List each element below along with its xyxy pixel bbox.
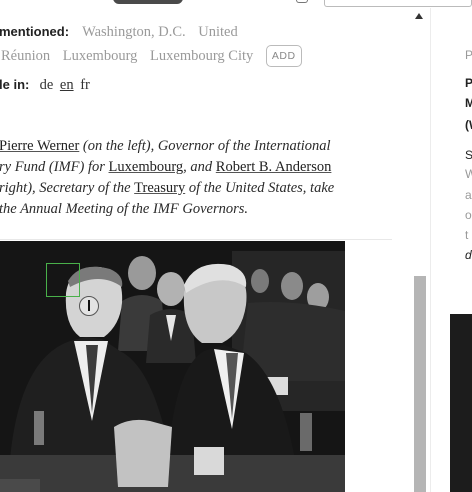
- link-luxembourg[interactable]: Luxembourg: [109, 159, 184, 175]
- caption-line-2: ry Fund (IMF) for Luxembourg, and Robert…: [0, 157, 345, 178]
- sidebar-text: M: [465, 96, 472, 110]
- sidebar-panel: P P M (W S W a o t d: [431, 8, 472, 492]
- language-fr[interactable]: fr: [80, 77, 90, 93]
- sidebar-text: t: [465, 228, 469, 242]
- toolbar-search-field[interactable]: [324, 0, 472, 7]
- place-luxembourg[interactable]: Luxembourg: [63, 48, 138, 64]
- sidebar-text: P: [465, 76, 472, 90]
- caption-text: right), Secretary of the: [0, 180, 135, 196]
- place-washington[interactable]: Washington, D.C.: [82, 24, 186, 40]
- caption-line-1: Pierre Werner (on the left), Governor of…: [0, 136, 345, 157]
- article-photo[interactable]: [0, 241, 345, 492]
- caption-text: ry Fund (IMF) for: [0, 159, 109, 175]
- top-toolbar: [0, 0, 472, 8]
- link-pierre-werner[interactable]: Pierre Werner: [0, 138, 79, 154]
- sidebar-thumbnail[interactable]: [450, 314, 472, 492]
- language-de[interactable]: de: [40, 77, 54, 93]
- selection-box[interactable]: [46, 263, 80, 297]
- sidebar-text: S: [465, 148, 472, 162]
- language-en[interactable]: en: [60, 77, 74, 93]
- sidebar-text: W: [465, 167, 472, 181]
- mentioned-label: mentioned:: [0, 24, 70, 39]
- ibeam-cursor-icon: [79, 296, 99, 316]
- caption-text: , and: [183, 159, 216, 175]
- mentioned-row-2: Réunion Luxembourg Luxembourg City ADD: [1, 45, 302, 67]
- place-united[interactable]: United: [198, 24, 237, 40]
- caption-line-4: the Annual Meeting of the IMF Governors.: [0, 201, 248, 217]
- link-robert-anderson[interactable]: Robert B. Anderson: [216, 159, 332, 175]
- caption-divider: [0, 239, 392, 240]
- sidebar-text: P: [465, 48, 472, 62]
- mentioned-row-1: mentioned: Washington, D.C. United: [0, 23, 247, 41]
- sidebar-text: d: [465, 248, 472, 262]
- caption-line-3: right), Secretary of the Treasury of the…: [0, 178, 345, 199]
- scrollbar-thumb[interactable]: [414, 276, 426, 492]
- place-reunion[interactable]: Réunion: [1, 48, 50, 64]
- toolbar-tab[interactable]: [113, 0, 183, 4]
- languages-row: le in: de en fr: [0, 76, 93, 94]
- link-treasury[interactable]: Treasury: [134, 180, 185, 196]
- add-place-button[interactable]: ADD: [265, 45, 302, 67]
- caption-text: of the United States, take: [185, 180, 335, 196]
- toolbar-icon[interactable]: [296, 0, 308, 3]
- sidebar-text: (W: [465, 118, 472, 132]
- languages-label: le in:: [0, 77, 30, 92]
- article-panel: mentioned: Washington, D.C. United Réuni…: [0, 8, 412, 492]
- caption-text: (on the left), Governor of the Internati…: [79, 138, 331, 154]
- image-caption: Pierre Werner (on the left), Governor of…: [0, 136, 345, 220]
- scroll-up-icon[interactable]: [415, 13, 423, 19]
- place-luxembourg-city[interactable]: Luxembourg City: [150, 48, 253, 64]
- sidebar-text: o: [465, 208, 472, 222]
- sidebar-text: a: [465, 188, 472, 202]
